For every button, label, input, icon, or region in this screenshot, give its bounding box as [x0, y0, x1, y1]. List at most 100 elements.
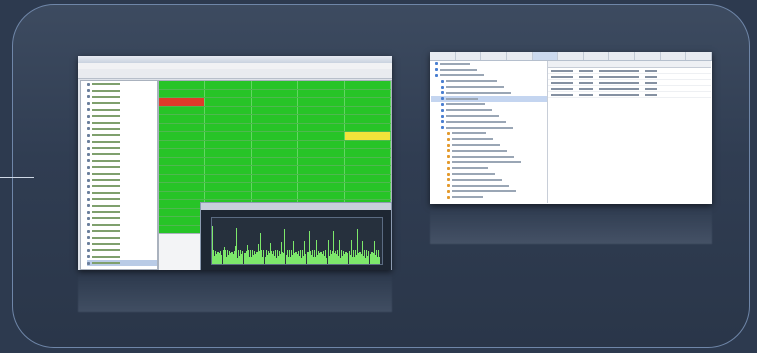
- grid-cell: [159, 208, 206, 216]
- tree-item-label: [446, 80, 497, 83]
- grid-cell: [344, 89, 392, 97]
- tab: [507, 52, 533, 60]
- table-row: [159, 106, 392, 115]
- tree-item-label: [446, 103, 485, 106]
- grid-cell: [298, 183, 345, 191]
- tree-item-label: [92, 223, 120, 226]
- tree-item-label: [452, 161, 521, 164]
- tree-item-label: [92, 153, 120, 156]
- folder-icon: [447, 166, 450, 170]
- grid-cell: [159, 106, 206, 114]
- grid-cell: [159, 81, 206, 89]
- tree-item-label: [92, 159, 120, 162]
- device-icon: [87, 165, 90, 169]
- tree-item-label: [92, 166, 120, 169]
- grid-cell: [205, 132, 252, 140]
- grid-cell: [344, 115, 392, 123]
- graph-window: [200, 202, 392, 270]
- tree-item-label: [446, 115, 499, 118]
- tree-item: [87, 259, 157, 267]
- tab: [686, 52, 712, 60]
- grid-cell: [344, 191, 392, 199]
- table-row: [159, 149, 392, 158]
- table-cell: [579, 75, 593, 78]
- device-icon: [87, 229, 90, 233]
- properties-table: [548, 61, 711, 203]
- grid-cell: [344, 166, 392, 174]
- grid-cell: [251, 98, 299, 106]
- grid-cell: [251, 149, 299, 157]
- tree-item-label: [452, 178, 502, 181]
- grid-cell: [344, 157, 392, 165]
- table-cell: [645, 93, 657, 96]
- device-icon: [87, 89, 90, 93]
- tree-item-label: [92, 198, 120, 201]
- device-icon: [87, 197, 90, 201]
- grid-cell: [205, 81, 252, 89]
- grid-cell: [344, 81, 392, 89]
- screenshot-reflection: [430, 206, 712, 244]
- device-icon: [87, 108, 90, 112]
- grid-cell: [159, 115, 206, 123]
- grid-cell: [251, 81, 299, 89]
- folder-icon: [447, 155, 450, 159]
- tree-item: [431, 194, 547, 200]
- tree-item-label: [92, 147, 120, 150]
- grid-cell: [344, 123, 392, 131]
- grid-cell: [251, 123, 299, 131]
- tree-item-label: [92, 127, 120, 130]
- graph-toolbar: [201, 203, 391, 210]
- grid-cell: [298, 123, 345, 131]
- tree-item-label: [452, 138, 493, 141]
- folder-icon: [447, 178, 450, 182]
- graph-bar: [378, 257, 380, 264]
- tab: [558, 52, 584, 60]
- folder-icon: [447, 143, 450, 147]
- device-icon: [87, 159, 90, 163]
- table-row: [159, 98, 392, 107]
- table-row: [159, 89, 392, 98]
- grid-cell: [205, 140, 252, 148]
- tree-item-label: [440, 68, 477, 71]
- device-icon: [87, 172, 90, 176]
- grid-cell: [159, 157, 206, 165]
- device-icon: [87, 255, 90, 259]
- tab: [635, 52, 661, 60]
- grid-cell: [159, 166, 206, 174]
- folder-icon: [447, 149, 450, 153]
- tree-item-label: [92, 89, 120, 92]
- grid-cell: [251, 106, 299, 114]
- tree-item-label: [446, 86, 504, 89]
- table-row: [159, 183, 392, 192]
- tree-item-label: [92, 108, 120, 111]
- configuration-app-screenshot[interactable]: [430, 52, 712, 204]
- tree-item-label: [452, 132, 486, 135]
- tree-item-label: [446, 109, 492, 112]
- tab: [609, 52, 636, 60]
- tree-item-label: [92, 230, 120, 233]
- table-row: [159, 166, 392, 175]
- grid-cell: [344, 174, 392, 182]
- tree-item-label: [92, 217, 120, 220]
- monitoring-app-screenshot[interactable]: [78, 56, 392, 270]
- device-icon: [87, 146, 90, 150]
- grid-cell: [298, 166, 345, 174]
- tree-item-label: [446, 120, 506, 123]
- tree-item-label: [440, 62, 470, 65]
- grid-cell: [251, 157, 299, 165]
- tree-item-label: [452, 155, 514, 158]
- tree-item-label: [92, 211, 120, 213]
- grid-cell: [298, 106, 345, 114]
- grid-cell: [251, 115, 299, 123]
- grid-cell: [205, 183, 252, 191]
- grid-cell: [205, 166, 252, 174]
- table-cell: [599, 69, 639, 72]
- tree-item-label: [92, 102, 120, 105]
- stage: [0, 0, 757, 353]
- tree-item-label: [92, 83, 120, 86]
- device-icon: [87, 178, 90, 182]
- tree-item-label: [92, 249, 120, 252]
- tree-item-label: [92, 255, 120, 258]
- grid-cell: [159, 191, 206, 199]
- grid-cell: [344, 132, 392, 140]
